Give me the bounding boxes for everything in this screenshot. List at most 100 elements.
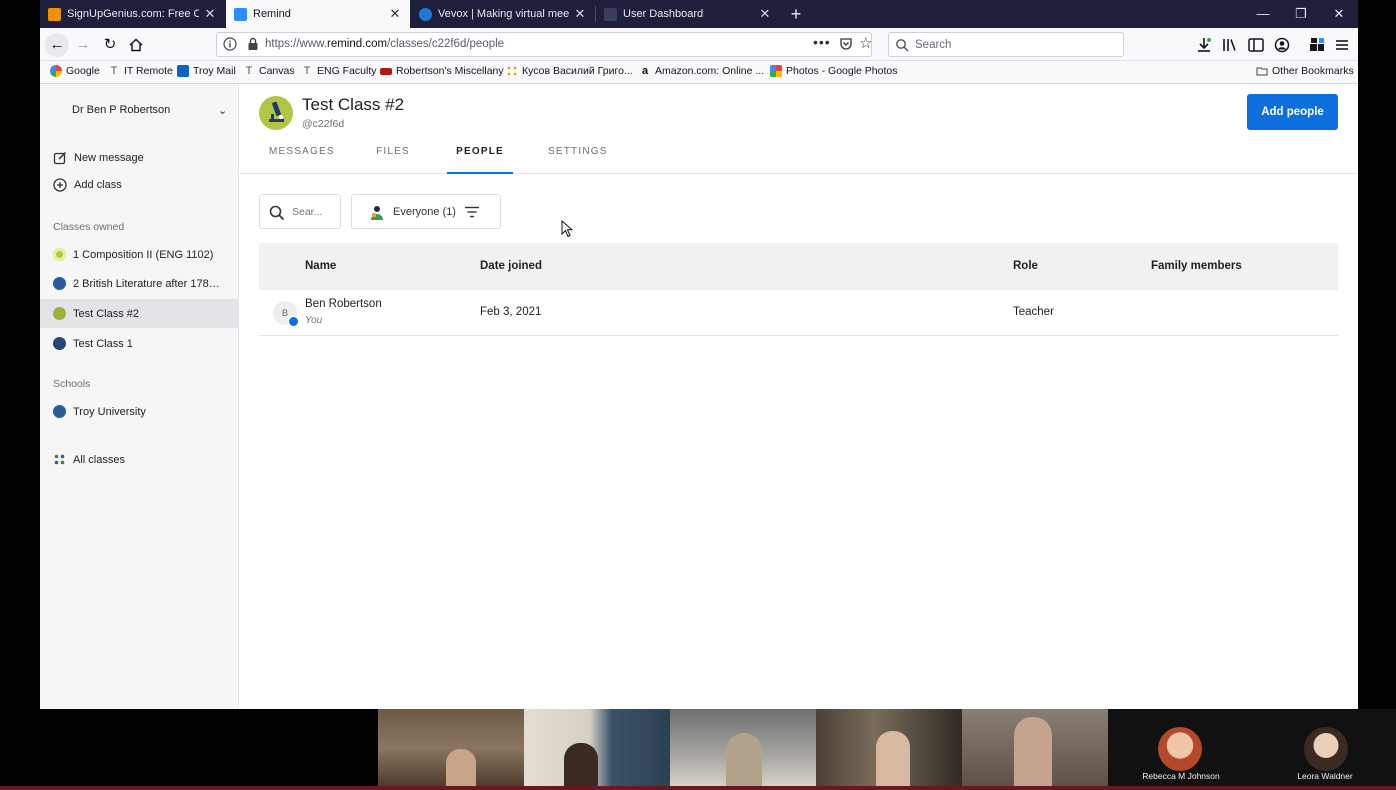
- bookmark-amazon[interactable]: a Amazon.com: Online ...: [639, 65, 764, 77]
- table-row[interactable]: B Ben Robertson You Feb 3, 2021 Teacher: [259, 290, 1338, 336]
- browser-tab-vevox[interactable]: Vevox | Making virtual meeting ✕: [411, 0, 595, 28]
- video-tile-participant-2[interactable]: [524, 709, 670, 787]
- bookmark-robertsons-miscellany[interactable]: Robertson's Miscellany: [380, 65, 504, 77]
- menu-icon[interactable]: [1333, 36, 1351, 54]
- add-class-label: Add class: [74, 179, 122, 191]
- bookmark-label: IT Remote: [124, 65, 173, 77]
- filter-icon: [465, 206, 479, 218]
- minimize-icon[interactable]: —: [1245, 0, 1281, 28]
- bookmark-eng-faculty[interactable]: T ENG Faculty: [301, 65, 377, 77]
- sidebar-class-composition[interactable]: 1 Composition II (ENG 1102): [40, 240, 238, 269]
- new-message-button[interactable]: New message: [53, 151, 144, 165]
- sidebar-school-troy[interactable]: Troy University: [40, 397, 238, 426]
- bookmark-google-photos[interactable]: Photos - Google Photos: [770, 65, 898, 77]
- url-text[interactable]: https://www.remind.com/classes/c22f6d/pe…: [265, 38, 504, 50]
- bookmark-label: Google: [66, 65, 100, 77]
- page-actions-icon[interactable]: •••: [813, 34, 831, 50]
- tab-label: SignUpGenius.com: Free Onlin: [67, 8, 199, 20]
- video-participant-strip: Rebecca M Johnson Leora Waldner: [0, 709, 1396, 790]
- bookmark-google[interactable]: Google: [50, 65, 100, 77]
- role-filter-dropdown[interactable]: Everyone (1): [351, 194, 501, 229]
- home-icon[interactable]: [124, 33, 148, 57]
- sidebar-class-british-literature[interactable]: 2 British Literature after 1785 ...: [40, 269, 238, 298]
- school-icon: [53, 405, 66, 418]
- person-subtitle: You: [305, 315, 323, 326]
- extensions-icon[interactable]: [1308, 36, 1326, 54]
- column-header-date-joined[interactable]: Date joined: [480, 260, 542, 272]
- new-tab-icon[interactable]: +: [786, 4, 806, 24]
- library-icon[interactable]: [1221, 36, 1239, 54]
- back-icon[interactable]: ←: [45, 33, 69, 57]
- column-header-role[interactable]: Role: [1013, 260, 1038, 272]
- close-tab-icon[interactable]: ✕: [203, 6, 217, 22]
- column-header-name[interactable]: Name: [305, 260, 336, 272]
- tab-people[interactable]: PEOPLE: [447, 146, 513, 174]
- participant-name: Leora Waldner: [1297, 771, 1353, 781]
- column-header-family-members[interactable]: Family members: [1151, 260, 1242, 272]
- amazon-icon: a: [641, 65, 649, 77]
- folder-icon: [1256, 67, 1268, 76]
- troy-icon: T: [245, 65, 253, 77]
- address-bar[interactable]: https://www.remind.com/classes/c22f6d/pe…: [216, 32, 872, 57]
- troy-icon: T: [110, 65, 118, 77]
- class-avatar-icon: [53, 277, 66, 290]
- bookmark-canvas[interactable]: T Canvas: [243, 65, 295, 77]
- tab-bar: SignUpGenius.com: Free Onlin ✕ Remind ✕ …: [40, 0, 1358, 28]
- add-class-button[interactable]: Add class: [53, 178, 122, 192]
- date-joined: Feb 3, 2021: [480, 306, 542, 318]
- tab-messages[interactable]: MESSAGES: [269, 146, 334, 174]
- close-tab-icon[interactable]: ✕: [573, 6, 587, 22]
- info-icon[interactable]: [223, 37, 237, 51]
- bookmark-troy-mail[interactable]: Troy Mail: [177, 65, 236, 77]
- person-name[interactable]: Ben Robertson: [305, 298, 382, 310]
- video-tile-participant-1[interactable]: [378, 709, 524, 787]
- browser-tab-remind[interactable]: Remind ✕: [226, 0, 410, 28]
- add-people-button[interactable]: Add people: [1247, 94, 1338, 130]
- account-icon[interactable]: [1273, 36, 1291, 54]
- people-search[interactable]: [259, 194, 341, 229]
- class-label: Test Class #2: [73, 307, 140, 320]
- sidebar-all-classes[interactable]: All classes: [40, 445, 238, 474]
- chevron-down-icon[interactable]: ⌄: [218, 104, 227, 117]
- sidebar-toggle-icon[interactable]: [1247, 36, 1265, 54]
- pocket-icon[interactable]: [839, 37, 853, 51]
- class-label: 1 Composition II (ENG 1102): [73, 248, 214, 261]
- video-tile-rebecca-m-johnson[interactable]: Rebecca M Johnson: [1108, 709, 1254, 787]
- search-placeholder: Search: [915, 39, 952, 51]
- bookmarks-bar: Google T IT Remote Troy Mail T Canvas T …: [40, 61, 1358, 84]
- user-menu[interactable]: Dr Ben P Robertson: [72, 104, 232, 116]
- sidebar-class-test-class-2[interactable]: Test Class #2: [40, 299, 238, 328]
- google-icon: [50, 65, 62, 77]
- bookmark-it-remote[interactable]: T IT Remote: [108, 65, 173, 77]
- reload-icon[interactable]: ↻: [98, 33, 122, 57]
- forward-icon[interactable]: →: [71, 33, 95, 57]
- url-domain: remind.com: [327, 38, 388, 50]
- sidebar-class-test-class-1[interactable]: Test Class 1: [40, 329, 238, 358]
- signupgenius-favicon-icon: [48, 7, 61, 21]
- search-icon: [269, 205, 285, 221]
- person-role: Teacher: [1013, 306, 1054, 318]
- close-tab-icon[interactable]: ✕: [388, 6, 402, 22]
- tab-files[interactable]: FILES: [375, 146, 411, 174]
- other-bookmarks[interactable]: Other Bookmarks: [1256, 65, 1354, 77]
- lock-icon[interactable]: [247, 37, 259, 51]
- restore-icon[interactable]: ❐: [1283, 0, 1319, 28]
- browser-tab-signupgenius[interactable]: SignUpGenius.com: Free Onlin ✕: [40, 0, 225, 28]
- close-window-icon[interactable]: ✕: [1321, 0, 1357, 28]
- video-tile-participant-5[interactable]: [962, 709, 1108, 787]
- people-table-header: Name Date joined Role Family members: [259, 243, 1338, 290]
- bookmark-star-icon[interactable]: ☆: [859, 34, 872, 52]
- close-tab-icon[interactable]: ✕: [758, 6, 772, 22]
- video-tile-participant-4[interactable]: [816, 709, 962, 787]
- tab-settings[interactable]: SETTINGS: [548, 146, 606, 174]
- people-search-input[interactable]: [292, 203, 336, 221]
- downloads-icon[interactable]: [1195, 36, 1213, 54]
- video-tile-participant-3[interactable]: [670, 709, 816, 787]
- browser-search-box[interactable]: Search: [888, 32, 1124, 57]
- bookmark-kusov[interactable]: Кусов Василий Григо...: [506, 65, 633, 77]
- url-prefix: https://www.: [265, 38, 327, 50]
- browser-tab-user-dashboard[interactable]: User Dashboard ✕: [596, 0, 780, 28]
- video-tile-leora-waldner[interactable]: Leora Waldner: [1254, 709, 1396, 787]
- tab-label: Vevox | Making virtual meeting: [438, 8, 569, 20]
- bookmark-label: Troy Mail: [193, 65, 236, 77]
